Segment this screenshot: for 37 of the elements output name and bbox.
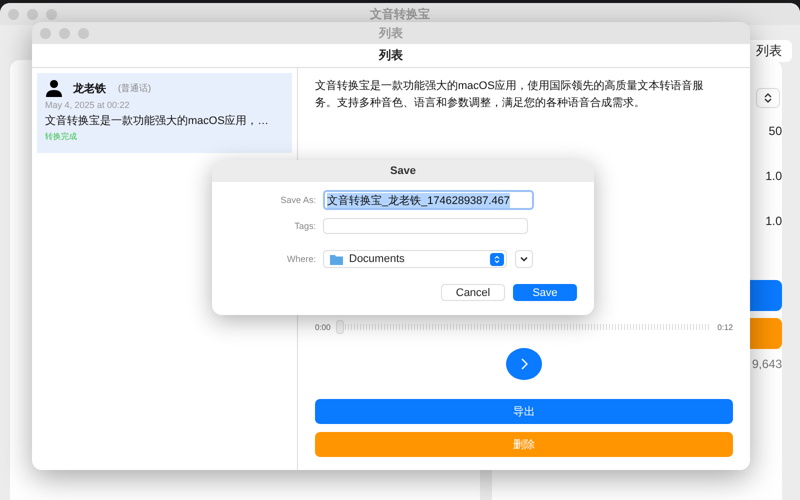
save-button[interactable]: Save (513, 284, 577, 301)
play-button[interactable] (506, 348, 542, 380)
chevron-right-icon (519, 358, 529, 370)
setting-value: 1.0 (765, 168, 782, 184)
list-item[interactable]: 龙老铁 (普通话) May 4, 2025 at 00:22 文音转换宝是一款功能强大的macOS应用，… 转换完成 (37, 73, 292, 153)
language-tag: (普通话) (118, 82, 151, 94)
stepper-icon[interactable] (756, 88, 780, 108)
window-controls[interactable] (40, 28, 89, 39)
item-status: 转换完成 (45, 131, 78, 142)
field-label: Where: (286, 254, 316, 264)
detail-text: 文音转换宝是一款功能强大的macOS应用，使用国际领先的高质量文本转语音服务。支持多种音色、语言和参数调整，满足您的各种语音合成需求。 (315, 78, 705, 111)
item-date: May 4, 2025 at 00:22 (45, 100, 131, 110)
window-title: 文音转换宝 (369, 6, 431, 22)
chevron-down-icon (520, 256, 528, 262)
progress-thumb[interactable] (336, 320, 344, 334)
duration-time: 0:12 (717, 322, 733, 332)
speaker-name: 龙老铁 (73, 82, 106, 96)
filename-field[interactable]: 文音转换宝_龙老铁_1746289387.467 (323, 190, 534, 210)
tags-field[interactable] (323, 218, 528, 234)
window-title: 列表 (378, 24, 404, 42)
export-button[interactable]: 导出 (315, 399, 733, 424)
window-controls[interactable] (8, 9, 57, 20)
setting-value: 1.0 (765, 212, 782, 230)
elapsed-time: 0:00 (315, 322, 331, 332)
cancel-button[interactable]: Cancel (441, 284, 505, 301)
location-popup[interactable]: Documents (323, 250, 507, 268)
field-label: Tags: (293, 221, 316, 231)
character-count: 9,643 (752, 357, 782, 371)
person-icon (45, 79, 63, 97)
dialog-title: Save (212, 160, 594, 182)
expand-button[interactable] (515, 250, 533, 268)
item-preview: 文音转换宝是一款功能强大的macOS应用，… (45, 114, 270, 128)
field-label: Save As: (279, 195, 316, 205)
setting-value: 50 (768, 122, 782, 140)
toolbar-title: 列表 (32, 44, 750, 68)
folder-icon (330, 254, 343, 264)
stepper-icon (490, 252, 504, 266)
